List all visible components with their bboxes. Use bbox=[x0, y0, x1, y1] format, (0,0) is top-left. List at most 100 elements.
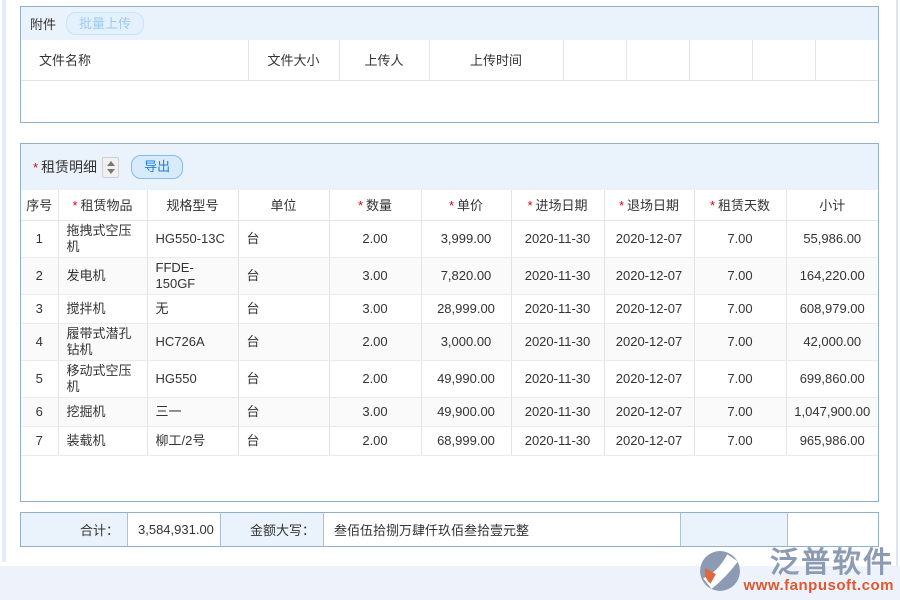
page-left-strip bbox=[2, 0, 6, 562]
col-header-seq: 序号 bbox=[21, 190, 58, 220]
attachments-panel-header: 附件 批量上传 bbox=[21, 7, 878, 40]
cell-start-date: 2020-11-30 bbox=[511, 323, 604, 360]
cell-model: FFDE-150GF bbox=[147, 257, 238, 294]
cell-qty: 3.00 bbox=[329, 397, 421, 426]
col-header-upload-time: 上传时间 bbox=[429, 40, 563, 80]
cell-item: 搅拌机 bbox=[58, 294, 147, 323]
empty-column-header bbox=[626, 40, 689, 80]
table-row[interactable]: 1 拖拽式空压机 HG550-13C 台 2.00 3,999.00 2020-… bbox=[21, 220, 878, 257]
cell-start-date: 2020-11-30 bbox=[511, 294, 604, 323]
cell-unit: 台 bbox=[238, 397, 329, 426]
cell-end-date: 2020-12-07 bbox=[604, 220, 694, 257]
cell-item: 履带式潜孔钻机 bbox=[58, 323, 147, 360]
batch-upload-button[interactable]: 批量上传 bbox=[66, 12, 144, 35]
cell-model: 柳工/2号 bbox=[147, 426, 238, 455]
totals-empty-cell bbox=[681, 513, 788, 546]
cell-unit: 台 bbox=[238, 257, 329, 294]
attachments-table: 文件名称 文件大小 上传人 上传时间 bbox=[21, 40, 878, 81]
col-header-start-date: *进场日期 bbox=[511, 190, 604, 220]
empty-column-header bbox=[563, 40, 626, 80]
col-header-file-size: 文件大小 bbox=[248, 40, 339, 80]
cell-model: HG550-13C bbox=[147, 220, 238, 257]
cell-start-date: 2020-11-30 bbox=[511, 257, 604, 294]
fanpu-logo: 泛普软件 www.fanpusoft.com bbox=[699, 548, 894, 594]
cell-days: 7.00 bbox=[694, 294, 786, 323]
rental-panel-header: * 租赁明细 导出 bbox=[21, 144, 878, 190]
totals-bar: 合计： 3,584,931.00 金额大写： 叁佰伍拾捌万肆仟玖佰叁拾壹元整 bbox=[20, 512, 879, 547]
cell-start-date: 2020-11-30 bbox=[511, 397, 604, 426]
sort-down-icon[interactable] bbox=[107, 169, 115, 174]
fanpu-logo-icon bbox=[699, 550, 741, 592]
cell-seq: 6 bbox=[21, 397, 58, 426]
cell-price: 3,999.00 bbox=[421, 220, 511, 257]
rental-header-row: 序号 *租赁物品 规格型号 单位 *数量 *单价 *进场日期 *退场日期 *租赁… bbox=[21, 190, 878, 220]
total-value: 3,584,931.00 bbox=[128, 513, 221, 546]
cell-price: 49,990.00 bbox=[421, 360, 511, 397]
cell-days: 7.00 bbox=[694, 220, 786, 257]
cell-price: 68,999.00 bbox=[421, 426, 511, 455]
cell-item: 移动式空压机 bbox=[58, 360, 147, 397]
cell-price: 7,820.00 bbox=[421, 257, 511, 294]
cell-unit: 台 bbox=[238, 220, 329, 257]
empty-column-header bbox=[689, 40, 752, 80]
rental-detail-panel: * 租赁明细 导出 序号 *租赁物品 规格型号 单位 *数量 *单价 *进场日期… bbox=[20, 143, 879, 502]
cell-qty: 2.00 bbox=[329, 220, 421, 257]
cell-qty: 2.00 bbox=[329, 426, 421, 455]
cell-item: 拖拽式空压机 bbox=[58, 220, 147, 257]
rental-table: 序号 *租赁物品 规格型号 单位 *数量 *单价 *进场日期 *退场日期 *租赁… bbox=[21, 190, 878, 456]
cell-model: HG550 bbox=[147, 360, 238, 397]
cell-qty: 3.00 bbox=[329, 257, 421, 294]
col-header-item: *租赁物品 bbox=[58, 190, 147, 220]
table-row[interactable]: 5 移动式空压机 HG550 台 2.00 49,990.00 2020-11-… bbox=[21, 360, 878, 397]
cell-start-date: 2020-11-30 bbox=[511, 360, 604, 397]
required-mark: * bbox=[33, 160, 38, 175]
cell-days: 7.00 bbox=[694, 397, 786, 426]
col-header-qty: *数量 bbox=[329, 190, 421, 220]
cell-item: 发电机 bbox=[58, 257, 147, 294]
cell-seq: 1 bbox=[21, 220, 58, 257]
cell-unit: 台 bbox=[238, 294, 329, 323]
cell-model: HC726A bbox=[147, 323, 238, 360]
amount-words-value: 叁佰伍拾捌万肆仟玖佰叁拾壹元整 bbox=[324, 513, 681, 546]
export-button[interactable]: 导出 bbox=[131, 155, 183, 179]
cell-unit: 台 bbox=[238, 323, 329, 360]
total-label: 合计： bbox=[21, 513, 128, 546]
collapse-spinner-control[interactable] bbox=[102, 157, 119, 178]
sort-up-icon[interactable] bbox=[107, 161, 115, 166]
col-header-unit: 单位 bbox=[238, 190, 329, 220]
cell-unit: 台 bbox=[238, 426, 329, 455]
cell-qty: 2.00 bbox=[329, 360, 421, 397]
cell-end-date: 2020-12-07 bbox=[604, 323, 694, 360]
cell-end-date: 2020-12-07 bbox=[604, 426, 694, 455]
cell-start-date: 2020-11-30 bbox=[511, 426, 604, 455]
rental-panel-title: 租赁明细 bbox=[41, 157, 97, 177]
table-row[interactable]: 4 履带式潜孔钻机 HC726A 台 2.00 3,000.00 2020-11… bbox=[21, 323, 878, 360]
cell-end-date: 2020-12-07 bbox=[604, 257, 694, 294]
cell-days: 7.00 bbox=[694, 426, 786, 455]
cell-end-date: 2020-12-07 bbox=[604, 397, 694, 426]
brand-name: 泛普软件 bbox=[744, 548, 894, 578]
col-header-end-date: *退场日期 bbox=[604, 190, 694, 220]
cell-days: 7.00 bbox=[694, 323, 786, 360]
attachments-panel: 附件 批量上传 文件名称 文件大小 上传人 上传时间 bbox=[20, 6, 879, 123]
table-row[interactable]: 2 发电机 FFDE-150GF 台 3.00 7,820.00 2020-11… bbox=[21, 257, 878, 294]
table-row[interactable]: 3 搅拌机 无 台 3.00 28,999.00 2020-11-30 2020… bbox=[21, 294, 878, 323]
cell-days: 7.00 bbox=[694, 257, 786, 294]
col-header-subtotal: 小计 bbox=[786, 190, 878, 220]
cell-subtotal: 699,860.00 bbox=[786, 360, 878, 397]
col-header-model: 规格型号 bbox=[147, 190, 238, 220]
cell-subtotal: 42,000.00 bbox=[786, 323, 878, 360]
table-row[interactable]: 6 挖掘机 三一 台 3.00 49,900.00 2020-11-30 202… bbox=[21, 397, 878, 426]
empty-column-header bbox=[815, 40, 878, 80]
cell-days: 7.00 bbox=[694, 360, 786, 397]
cell-seq: 3 bbox=[21, 294, 58, 323]
cell-price: 3,000.00 bbox=[421, 323, 511, 360]
col-header-price: *单价 bbox=[421, 190, 511, 220]
totals-empty-cell bbox=[788, 513, 878, 546]
attachments-title: 附件 bbox=[30, 14, 56, 33]
cell-model: 无 bbox=[147, 294, 238, 323]
cell-seq: 2 bbox=[21, 257, 58, 294]
table-row[interactable]: 7 装载机 柳工/2号 台 2.00 68,999.00 2020-11-30 … bbox=[21, 426, 878, 455]
cell-subtotal: 965,986.00 bbox=[786, 426, 878, 455]
cell-price: 49,900.00 bbox=[421, 397, 511, 426]
